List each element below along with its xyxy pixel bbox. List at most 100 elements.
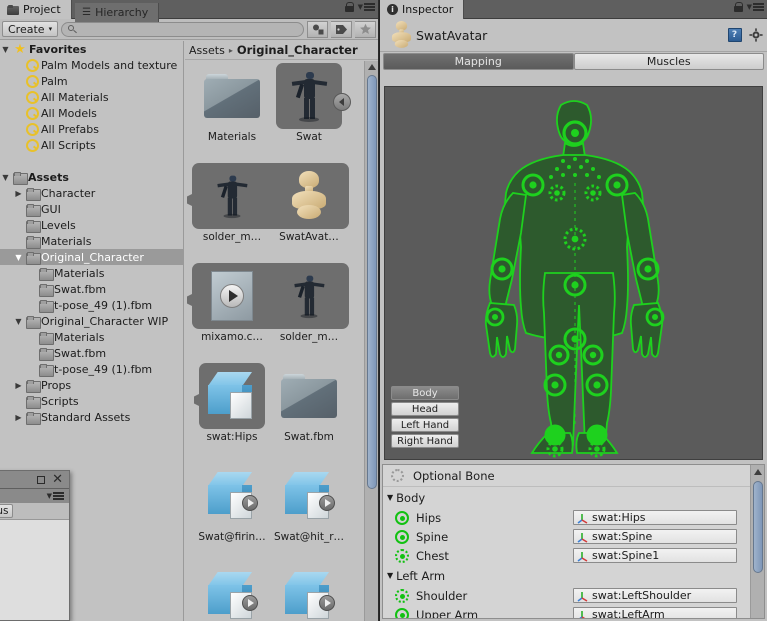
disclosure-arrow[interactable]: ▼ [13, 253, 24, 262]
disclosure-arrow[interactable]: ▶ [13, 189, 24, 198]
gear-icon[interactable] [748, 28, 763, 43]
asset-tile[interactable]: Swat@firin… [192, 463, 272, 543]
scroll-up-icon[interactable] [368, 64, 376, 70]
tree-item-oc-materials[interactable]: Materials [0, 265, 183, 281]
tree-item-wip-materials[interactable]: Materials [0, 329, 183, 345]
breadcrumb-root[interactable]: Assets [189, 44, 225, 57]
subasset-nub-icon [194, 392, 203, 409]
bone-group-left-arm[interactable]: ▼ Left Arm [383, 565, 764, 586]
bone-row-shoulder[interactable]: Shoulder swat:LeftShoulder [383, 586, 764, 605]
asset-tile[interactable]: swat:Hips [192, 363, 272, 443]
tree-item-assets[interactable]: ▼ Assets [0, 169, 183, 185]
unity-editor-window: Project ☰ Hierarchy ▼ Create ▾ ▼ ★ Favor… [0, 0, 767, 621]
scroll-up-icon[interactable] [754, 469, 762, 475]
tab-muscles[interactable]: Muscles [573, 53, 764, 70]
bone-row-chest[interactable]: Chest swat:Spine1 [383, 546, 764, 565]
favorite-filter-icon[interactable] [355, 20, 376, 38]
expand-asset-icon[interactable] [333, 93, 351, 111]
tab-mapping[interactable]: Mapping [383, 53, 574, 70]
asset-tile[interactable]: solder_m… [269, 263, 349, 343]
asset-tile[interactable]: Swat@relo… [192, 563, 272, 621]
scrollbar-thumb[interactable] [367, 75, 377, 490]
bone-object-field[interactable]: swat:Spine [573, 529, 737, 544]
close-icon[interactable]: ✕ [52, 473, 63, 486]
create-button[interactable]: Create ▾ [2, 21, 59, 37]
asset-label: Swat [296, 131, 322, 143]
lock-icon[interactable] [344, 2, 355, 12]
disclosure-arrow[interactable]: ▶ [13, 413, 24, 422]
body-part-button-left-hand[interactable]: Left Hand [391, 418, 459, 432]
asset-tile[interactable]: Swat@hit_r… [269, 463, 349, 543]
body-part-button-right-hand[interactable]: Right Hand [391, 434, 459, 448]
avatar-mapping-viewport[interactable]: Body Head Left Hand Right Hand [384, 86, 763, 460]
tree-item-scripts[interactable]: Scripts [0, 393, 183, 409]
project-menu-icon[interactable]: ▼ [358, 3, 375, 11]
bone-object-field[interactable]: swat:Spine1 [573, 548, 737, 563]
tree-item-all-prefabs[interactable]: All Prefabs [0, 121, 183, 137]
console-error-pause-button[interactable]: Error paus [0, 504, 14, 518]
tree-item-original-character[interactable]: ▼ Original_Character [0, 249, 183, 265]
tree-item-original-character-wip[interactable]: ▼ Original_Character WIP [0, 313, 183, 329]
tab-hierarchy[interactable]: ☰ Hierarchy [75, 3, 160, 22]
object-filter-icon[interactable] [307, 20, 328, 38]
bone-group-body[interactable]: ▼ Body [383, 487, 764, 508]
asset-grid[interactable]: Materials Swat solder_m… SwatAvat… mixam… [185, 61, 364, 621]
disclosure-arrow[interactable]: ▼ [13, 317, 24, 326]
bone-row-hips[interactable]: Hips swat:Hips [383, 508, 764, 527]
bone-list[interactable]: Optional Bone ▼ Body Hips swat:Hips Spin… [382, 464, 765, 619]
bone-list-scrollbar[interactable] [750, 465, 764, 618]
tree-item-gui[interactable]: GUI [0, 201, 183, 217]
tree-item-oc-swatfbm[interactable]: Swat.fbm [0, 281, 183, 297]
bone-row-spine[interactable]: Spine swat:Spine [383, 527, 764, 546]
scrollbar-thumb[interactable] [753, 481, 763, 573]
search-input[interactable] [61, 21, 304, 37]
body-part-button-head[interactable]: Head [391, 402, 459, 416]
asset-tile[interactable]: mixamo.c… [187, 263, 272, 343]
inspector-mode-tabs: Mapping Muscles [380, 52, 767, 70]
body-part-button-body[interactable]: Body [391, 386, 459, 400]
help-icon[interactable]: ? [727, 28, 742, 43]
tree-item-character[interactable]: ▶ Character [0, 185, 183, 201]
maximize-icon[interactable] [37, 475, 46, 484]
lock-icon[interactable] [733, 2, 744, 12]
asset-tile[interactable]: Materials [192, 63, 272, 143]
label-filter-icon[interactable] [331, 20, 352, 38]
folder-icon [26, 203, 41, 217]
tree-item-levels[interactable]: Levels [0, 217, 183, 233]
asset-tile[interactable]: SwatAvat… [269, 163, 349, 243]
tree-item-wip-tpose[interactable]: t-pose_49 (1).fbm [0, 361, 183, 377]
tree-item-props[interactable]: ▶ Props [0, 377, 183, 393]
tree-item-favorites[interactable]: ▼ ★ Favorites [0, 41, 183, 57]
tree-item-all-models[interactable]: All Models [0, 105, 183, 121]
tree-item-all-materials[interactable]: All Materials [0, 89, 183, 105]
disclosure-arrow[interactable]: ▼ [0, 173, 11, 182]
bone-row-upper-arm[interactable]: Upper Arm swat:LeftArm [383, 605, 764, 618]
tree-item-all-scripts[interactable]: All Scripts [0, 137, 183, 153]
tree-item-oc-tpose[interactable]: t-pose_49 (1).fbm [0, 297, 183, 313]
prefab-thumb-icon [206, 472, 258, 520]
disclosure-arrow[interactable]: ▼ [387, 571, 393, 580]
disclosure-arrow[interactable]: ▼ [0, 45, 11, 54]
asset-tile[interactable]: Swat@rifle… [269, 563, 349, 621]
tree-item-standard-assets[interactable]: ▶ Standard Assets [0, 409, 183, 425]
inspector-menu-icon[interactable]: ▼ [747, 3, 764, 11]
tab-inspector[interactable]: i Inspector [380, 0, 465, 19]
tree-item-palm-models[interactable]: Palm Models and texture [0, 57, 183, 73]
console-menu-icon[interactable]: ▼ [47, 492, 64, 500]
asset-grid-scrollbar[interactable] [364, 61, 378, 621]
disclosure-arrow[interactable]: ▶ [13, 381, 24, 390]
asset-tile[interactable]: Swat [269, 63, 351, 143]
bone-object-field[interactable]: swat:LeftArm [573, 607, 737, 618]
bone-object-field[interactable]: swat:Hips [573, 510, 737, 525]
tree-item-wip-swatfbm[interactable]: Swat.fbm [0, 345, 183, 361]
prefab-thumb-icon [206, 372, 258, 420]
asset-tile[interactable]: Swat.fbm [269, 363, 349, 443]
console-log-area[interactable] [0, 520, 69, 620]
disclosure-arrow[interactable]: ▼ [387, 493, 393, 502]
tab-project[interactable]: Project [0, 0, 72, 19]
tree-item-palm[interactable]: Palm [0, 73, 183, 89]
tree-item-materials[interactable]: Materials [0, 233, 183, 249]
asset-tile[interactable]: solder_m… [187, 163, 272, 243]
console-window[interactable]: ✕ ▼ r Error paus [0, 470, 70, 621]
bone-object-field[interactable]: swat:LeftShoulder [573, 588, 737, 603]
